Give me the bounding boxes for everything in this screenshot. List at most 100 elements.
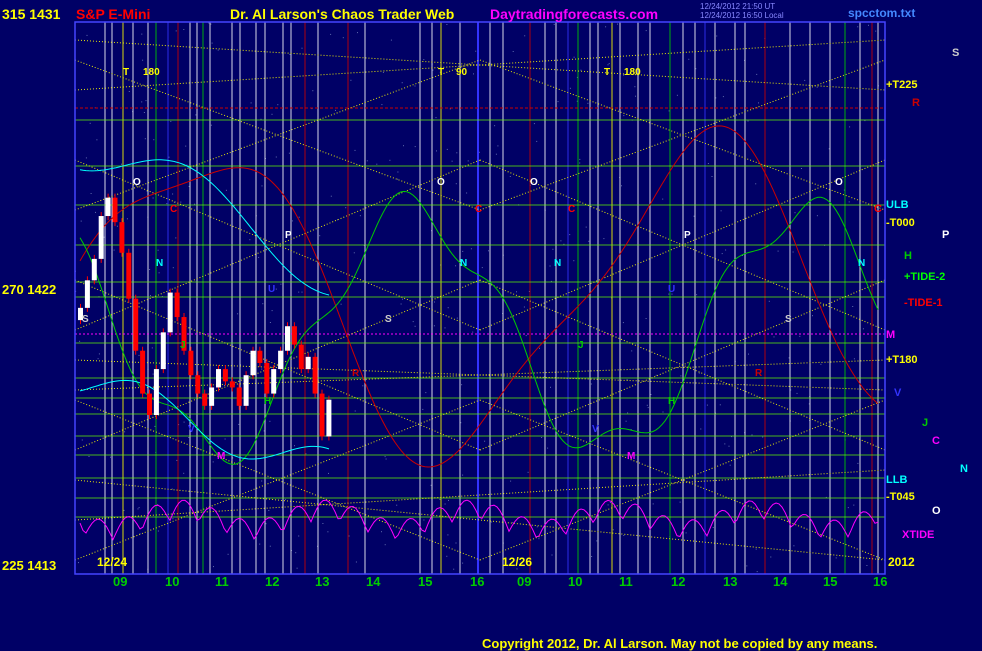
star-dot: [89, 122, 91, 124]
star-dot: [199, 448, 201, 450]
star-dot: [549, 265, 551, 267]
star-dot: [175, 30, 177, 32]
star-dot: [294, 445, 295, 447]
star-dot: [113, 249, 115, 251]
star-dot: [853, 504, 855, 506]
price-bar: [119, 222, 125, 253]
star-dot: [280, 283, 282, 285]
star-dot: [432, 69, 434, 71]
x-axis-day-tick: 11: [215, 574, 229, 589]
star-dot: [490, 521, 492, 523]
star-dot: [90, 193, 92, 194]
star-dot: [180, 201, 182, 203]
site-link[interactable]: Daytradingforecasts.com: [490, 6, 658, 22]
star-dot: [301, 291, 303, 293]
chart-marker-label: N: [858, 258, 865, 269]
price-bar: [222, 369, 228, 382]
chart-marker-label: J: [578, 340, 584, 351]
star-dot: [116, 225, 118, 227]
star-dot: [79, 340, 81, 342]
star-dot: [277, 104, 279, 106]
star-dot: [354, 149, 356, 151]
star-dot: [138, 354, 140, 356]
star-dot: [212, 461, 214, 463]
star-dot: [305, 453, 307, 455]
star-dot: [547, 447, 549, 449]
star-dot: [794, 212, 796, 214]
star-dot: [210, 23, 212, 25]
star-dot: [557, 101, 559, 103]
star-dot: [461, 384, 463, 386]
star-dot: [510, 480, 512, 482]
price-bar: [160, 332, 166, 370]
star-dot: [397, 178, 399, 180]
star-dot: [792, 251, 794, 253]
star-dot: [289, 53, 291, 55]
data-file-name: spcctom.txt: [848, 6, 916, 20]
star-dot: [467, 160, 469, 162]
star-dot: [183, 29, 185, 30]
right-legend-label: M: [886, 329, 895, 341]
chart-marker-label: T: [438, 67, 444, 78]
star-dot: [852, 306, 854, 307]
star-dot: [662, 198, 664, 200]
star-dot: [538, 538, 540, 540]
star-dot: [725, 249, 727, 251]
star-dot: [385, 458, 387, 460]
star-dot: [541, 437, 543, 438]
star-dot: [422, 408, 424, 410]
right-legend-label: -TIDE-1: [904, 297, 943, 309]
star-dot: [847, 507, 849, 509]
star-dot: [516, 291, 517, 293]
star-dot: [712, 527, 714, 528]
star-dot: [259, 543, 261, 545]
star-dot: [729, 464, 731, 466]
star-dot: [154, 425, 156, 427]
star-dot: [449, 108, 451, 110]
star-dot: [124, 431, 126, 433]
price-bar: [126, 252, 132, 299]
star-dot: [588, 240, 590, 242]
star-dot: [645, 30, 647, 32]
star-dot: [151, 347, 153, 349]
star-dot: [423, 59, 425, 61]
star-dot: [389, 159, 391, 161]
star-dot: [237, 313, 239, 315]
y-label-top: 315 1431: [2, 6, 61, 22]
star-dot: [340, 303, 342, 305]
right-legend-label: +T225: [886, 79, 918, 91]
star-dot: [591, 556, 593, 557]
star-dot: [275, 288, 277, 290]
star-dot: [188, 437, 190, 438]
star-dot: [298, 216, 300, 218]
star-dot: [261, 185, 263, 187]
star-dot: [269, 322, 271, 323]
star-dot: [527, 471, 529, 473]
star-dot: [166, 203, 168, 205]
right-legend-label: +TIDE-2: [904, 271, 945, 283]
star-dot: [123, 509, 125, 511]
chart-marker-label: C: [568, 204, 575, 215]
star-dot: [812, 315, 813, 317]
star-dot: [768, 300, 770, 302]
star-dot: [716, 35, 718, 37]
star-dot: [444, 503, 446, 505]
chart-marker-label: R: [755, 368, 763, 379]
star-dot: [348, 535, 350, 537]
star-dot: [455, 265, 457, 267]
timestamp-ut: 12/24/2012 21:50 UT: [700, 2, 776, 11]
star-dot: [607, 504, 609, 506]
star-dot: [126, 218, 128, 220]
star-dot: [390, 39, 392, 41]
right-legend-label: S: [952, 47, 959, 59]
chart-marker-label: V: [592, 424, 599, 435]
star-dot: [434, 301, 435, 303]
star-dot: [88, 456, 90, 457]
star-dot: [425, 392, 427, 394]
star-dot: [357, 32, 358, 34]
y-axis-label: 225 1413: [2, 558, 56, 573]
chart-marker-label: S: [385, 314, 392, 325]
chart-marker-label: U: [268, 284, 275, 295]
star-dot: [149, 269, 151, 270]
star-dot: [172, 193, 174, 195]
